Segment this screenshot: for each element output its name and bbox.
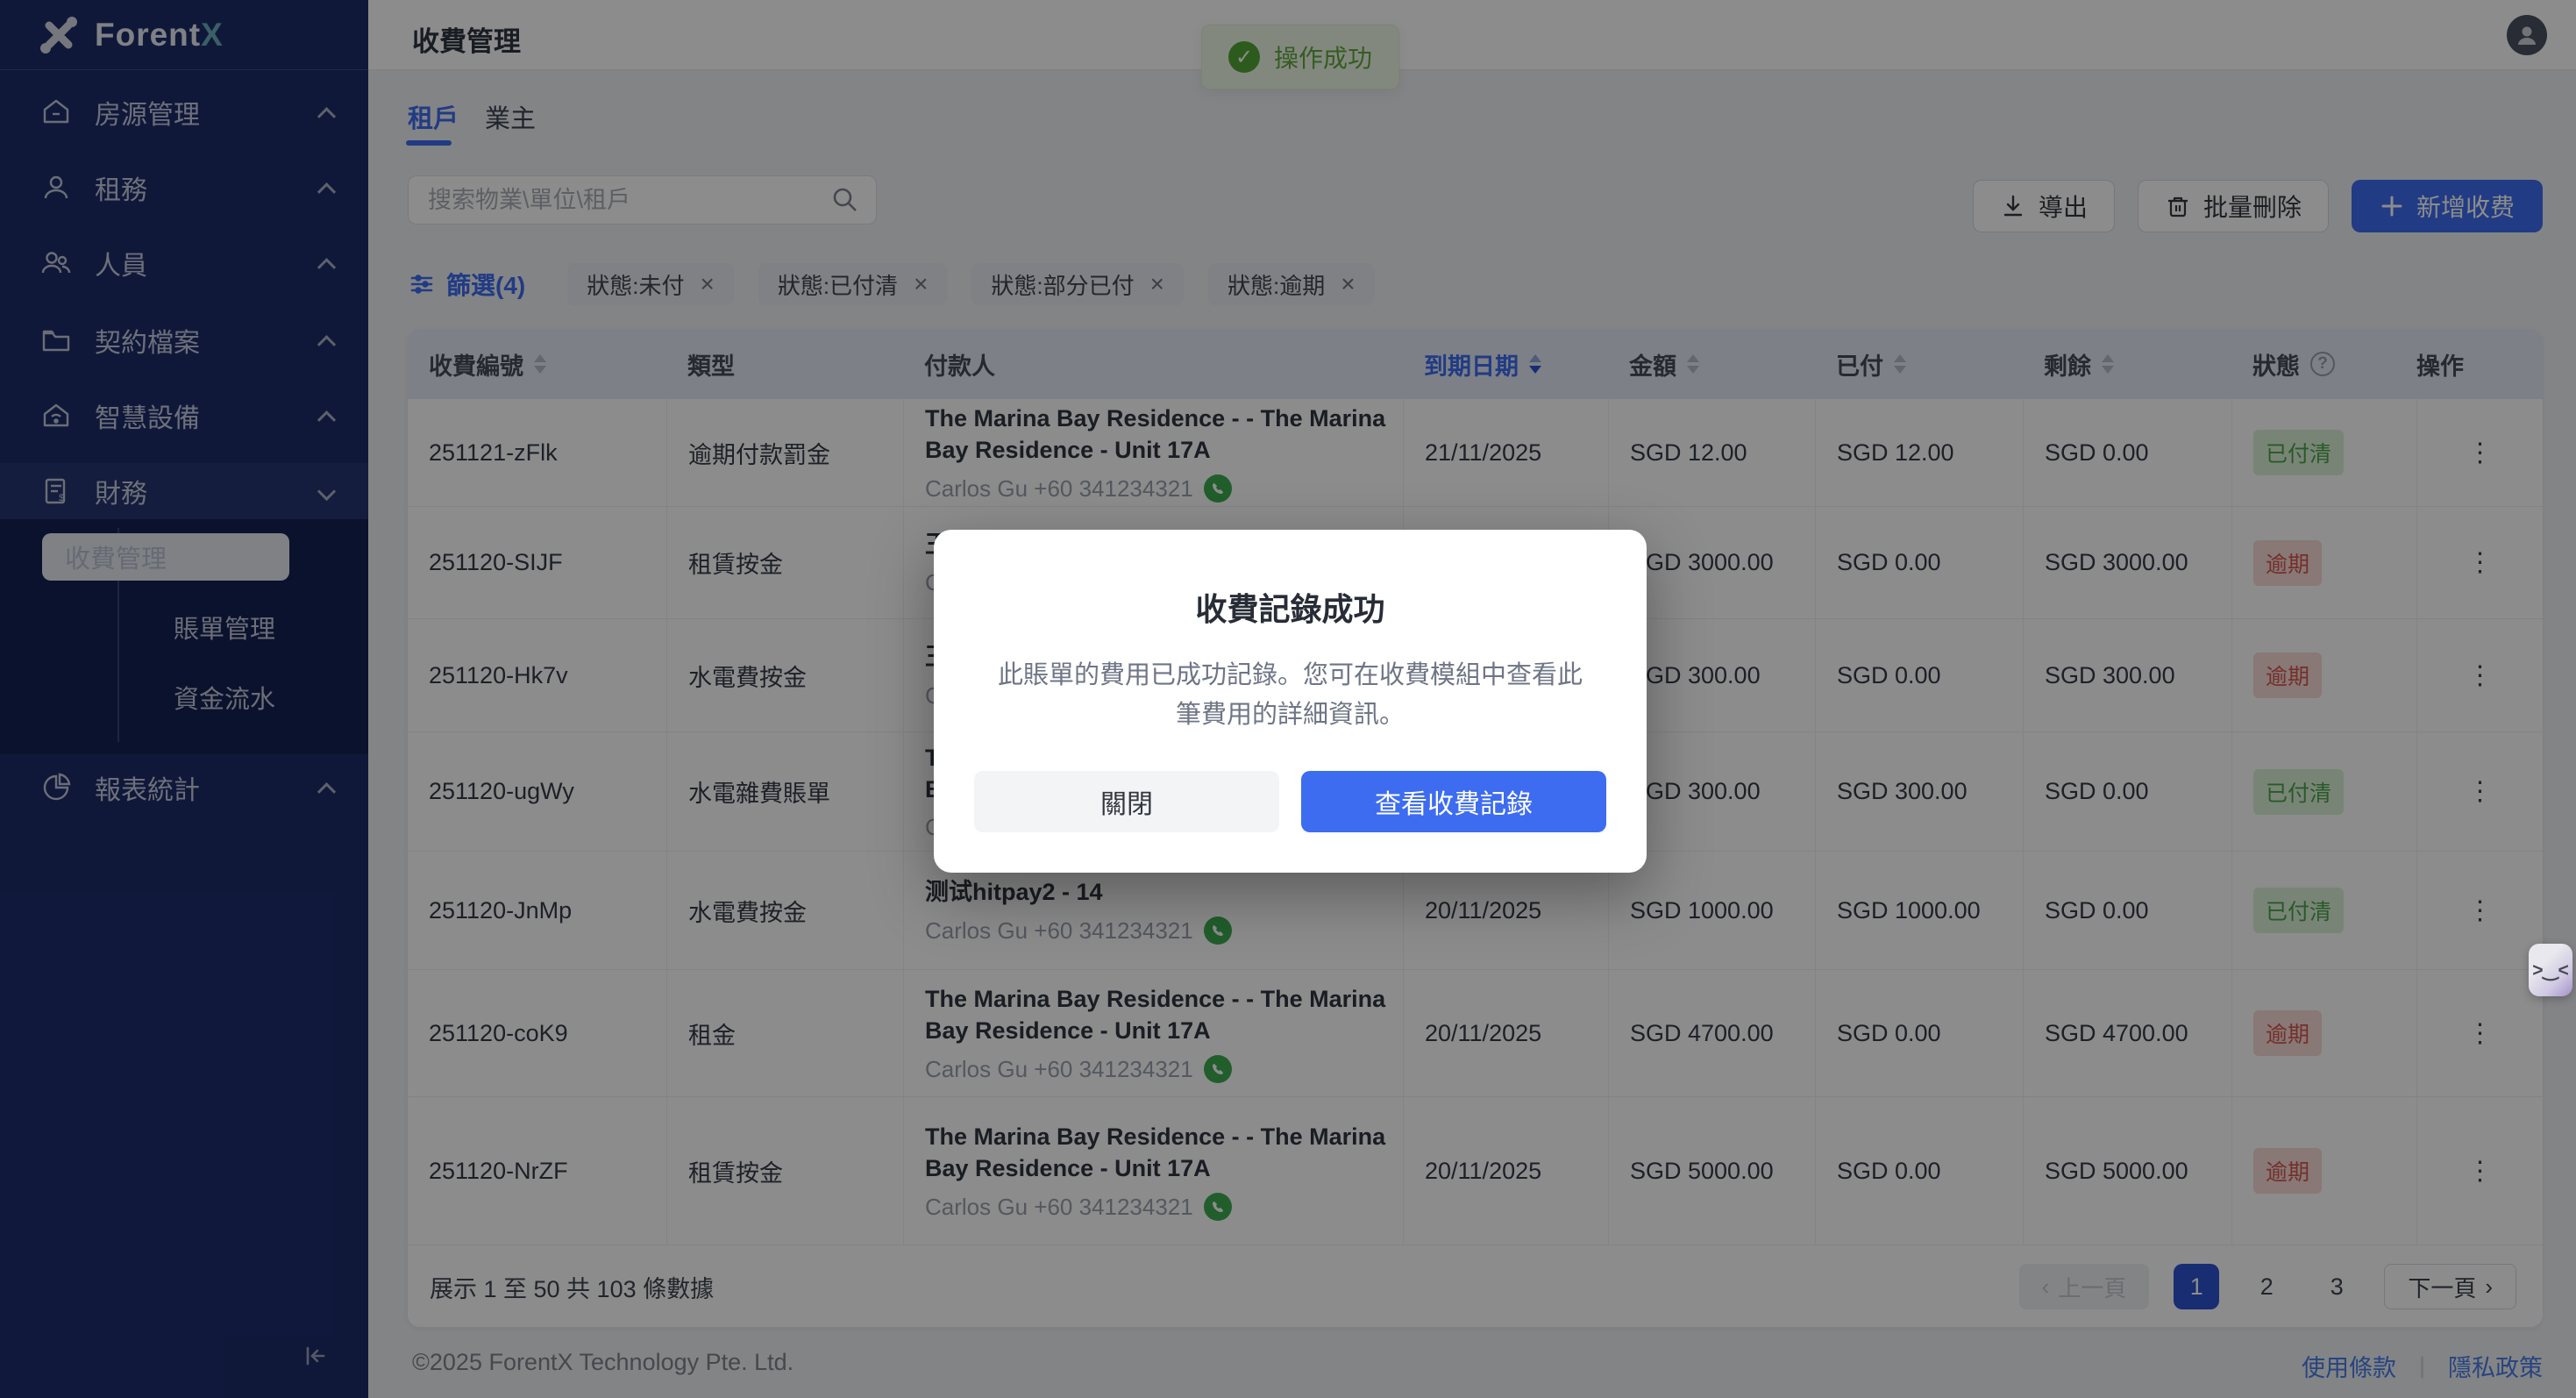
modal-title: 收費記錄成功 xyxy=(934,584,1647,630)
modal-body-text: 此賬單的費用已成功記錄。您可在收費模組中查看此筆費用的詳細資訊。 xyxy=(988,656,1593,735)
app-root: ForentX 房源管理 租務 人員 契約檔案 智慧設備 $ xyxy=(0,0,2576,1398)
close-button[interactable]: 關閉 xyxy=(974,771,1279,832)
feedback-widget-button[interactable]: >‿< xyxy=(2529,944,2572,996)
charge-success-modal: 收費記錄成功 此賬單的費用已成功記錄。您可在收費模組中查看此筆費用的詳細資訊。 … xyxy=(934,530,1647,873)
view-charge-record-button[interactable]: 查看收費記錄 xyxy=(1301,771,1606,832)
